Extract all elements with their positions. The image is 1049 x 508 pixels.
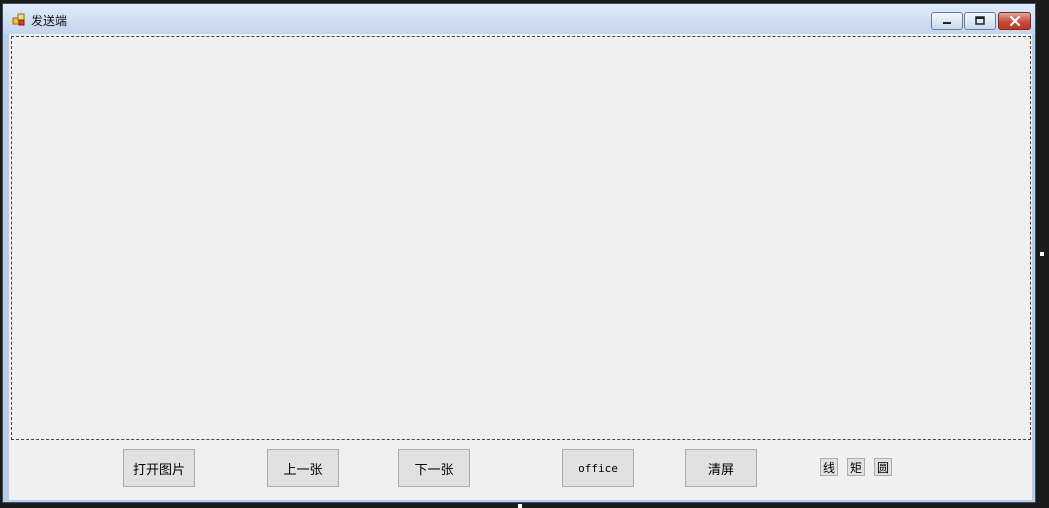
maximize-icon [975, 16, 985, 25]
clear-screen-button[interactable]: 清屏 [685, 449, 757, 487]
close-icon [1009, 16, 1020, 26]
maximize-button[interactable] [964, 12, 996, 30]
image-canvas-panel[interactable] [11, 36, 1031, 440]
draw-line-button[interactable]: 线 [820, 458, 838, 476]
minimize-button[interactable] [931, 12, 963, 30]
next-image-button[interactable]: 下一张 [398, 449, 470, 487]
draw-circle-button[interactable]: 圆 [874, 458, 892, 476]
draw-rectangle-button[interactable]: 矩 [847, 458, 865, 476]
main-window: 发送端 打开图片 上一张 下一张 office 清屏 线 矩 圆 [2, 3, 1036, 503]
open-image-button[interactable]: 打开图片 [123, 449, 195, 487]
resize-handle-right[interactable] [1040, 252, 1044, 256]
title-bar[interactable]: 发送端 [3, 4, 1035, 34]
minimize-icon [943, 22, 951, 24]
resize-handle-bottom[interactable] [518, 504, 522, 508]
window-title: 发送端 [31, 14, 68, 28]
office-button[interactable]: office [562, 449, 634, 487]
client-area: 打开图片 上一张 下一张 office 清屏 线 矩 圆 [9, 34, 1032, 500]
close-button[interactable] [998, 12, 1031, 30]
app-icon [12, 13, 25, 26]
previous-image-button[interactable]: 上一张 [267, 449, 339, 487]
